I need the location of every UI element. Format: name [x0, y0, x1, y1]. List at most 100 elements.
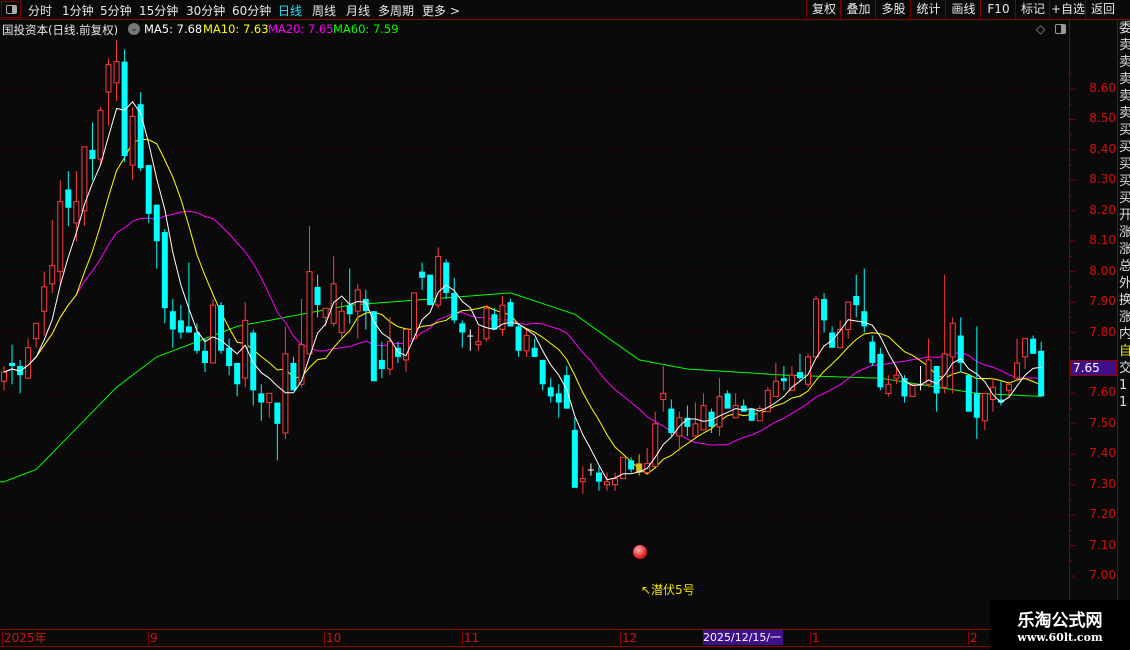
candle-body-down — [877, 353, 884, 388]
price-tick-label: 7.30 — [1089, 476, 1116, 491]
quote-field-label: 买 — [1118, 139, 1130, 156]
candle-body-down — [668, 408, 675, 433]
candle-body-up — [732, 405, 739, 419]
candle-body-up — [210, 304, 217, 364]
quote-field-label: 内 — [1118, 326, 1130, 343]
quote-field-label: 卖 — [1118, 54, 1130, 71]
candle-body-down — [547, 387, 554, 397]
candle-body-up — [989, 386, 996, 400]
candle-body-down — [595, 472, 602, 482]
candle-body-down — [628, 460, 635, 470]
candle-body-up — [338, 310, 345, 334]
price-tick-label: 8.60 — [1089, 81, 1116, 95]
watermark-logo: 乐淘公式网 www.60lt.com — [990, 600, 1130, 650]
candle-body-up — [1006, 383, 1012, 391]
quote-field-label: 开 — [1118, 207, 1130, 224]
candle-body-down — [290, 362, 297, 391]
candle-body-down — [218, 305, 225, 351]
watermark-name: 乐淘公式网 — [1017, 611, 1103, 631]
price-tick-label: 7.90 — [1089, 294, 1116, 309]
candle-body-down — [185, 326, 192, 333]
candle-body-up — [660, 392, 667, 400]
price-tick-label: 8.40 — [1089, 141, 1116, 156]
price-tick-label: 8.00 — [1089, 263, 1116, 278]
candle-body-down — [451, 292, 458, 321]
price-tick-label: 7.40 — [1089, 446, 1116, 461]
candle-body-down — [427, 274, 434, 306]
quote-field-label: 自 — [1118, 343, 1130, 360]
signal-ball-icon — [633, 545, 647, 559]
quote-panel-collapsed[interactable]: 委卖卖卖卖卖买买买买买开涨涨总外换涨内自交11 — [1117, 20, 1130, 630]
candle-body-down — [724, 393, 731, 409]
date-label-feb: 2 — [968, 631, 978, 645]
candle-body-up — [129, 115, 136, 166]
candle-body-up — [612, 478, 619, 486]
candle-body-up — [1022, 338, 1029, 358]
date-label-oct: 10 — [324, 631, 342, 645]
quote-field-label: 外 — [1118, 275, 1130, 292]
candle-body-up — [73, 201, 80, 224]
candle-body-up — [604, 481, 610, 486]
ma60-line — [0, 292, 1042, 483]
candle-body-down — [740, 405, 747, 412]
candle-body-down — [9, 362, 16, 367]
quote-field-label: 卖 — [1118, 88, 1130, 105]
quote-field-label: 1 — [1119, 395, 1128, 410]
quote-field-label: 总 — [1118, 258, 1130, 275]
candle-body-down — [539, 359, 546, 385]
quote-field-label: 涨 — [1118, 309, 1130, 326]
candle-body-down — [258, 393, 265, 403]
candle-body-up — [306, 271, 313, 355]
candle-body-up — [1014, 362, 1021, 379]
date-label-sep: 9 — [148, 631, 158, 645]
candle-body-up — [411, 292, 418, 340]
candle-body-down — [933, 366, 940, 394]
quote-field-label: 交 — [1118, 360, 1130, 377]
candle-body-up — [113, 61, 120, 84]
price-tick-label: 7.10 — [1089, 537, 1116, 552]
candle-body-up — [813, 298, 820, 358]
candle-body-down — [780, 378, 787, 382]
price-tick-label: 7.80 — [1089, 324, 1116, 339]
candle-body-down — [202, 350, 208, 363]
candle-body-down — [1038, 350, 1045, 397]
candle-body-down — [515, 326, 522, 351]
price-tick-label: 7.00 — [1089, 568, 1116, 583]
candle-body-up — [97, 109, 104, 160]
candle-body-up — [845, 301, 852, 330]
candle-body-down — [555, 393, 562, 403]
candlestick-chart[interactable] — [0, 0, 1117, 629]
candle-body-down — [314, 286, 321, 306]
candle-body-down — [177, 320, 184, 333]
candle-body-up — [57, 201, 64, 273]
price-tick-label: 7.60 — [1089, 385, 1116, 400]
price-tick-label: 8.20 — [1089, 202, 1116, 217]
price-tick-label: 8.50 — [1089, 111, 1116, 126]
candle-body-down — [965, 375, 972, 412]
candle-body-down — [853, 295, 860, 306]
candle-body-up — [41, 286, 48, 312]
candle-body-down — [274, 402, 281, 424]
date-label-dec: 12 — [620, 631, 638, 645]
quote-field-label: 卖 — [1118, 37, 1130, 54]
candle-body-down — [459, 323, 466, 333]
date-label-year: 2025年 — [2, 631, 47, 645]
candle-body-down — [443, 262, 450, 293]
candle-body-up — [105, 64, 112, 93]
candle-body-up — [33, 322, 40, 340]
candle-body-down — [226, 347, 233, 367]
candle-body-down — [89, 149, 96, 160]
candle-body-up — [386, 341, 393, 370]
price-tick-label: 7.20 — [1089, 507, 1116, 522]
candle-body-down — [796, 372, 803, 379]
candle-body-down — [378, 359, 385, 370]
candle-body-up — [981, 392, 988, 422]
candle-body-down — [346, 305, 353, 315]
candle-body-down — [145, 165, 152, 214]
candle-body-up — [772, 380, 779, 397]
candle-body-up — [941, 353, 948, 388]
crosshair-date-label: 2025/12/15/一 — [703, 630, 783, 645]
candle-body-up — [483, 307, 490, 340]
candle-body-up — [266, 392, 273, 404]
date-label-nov: 11 — [462, 631, 480, 645]
